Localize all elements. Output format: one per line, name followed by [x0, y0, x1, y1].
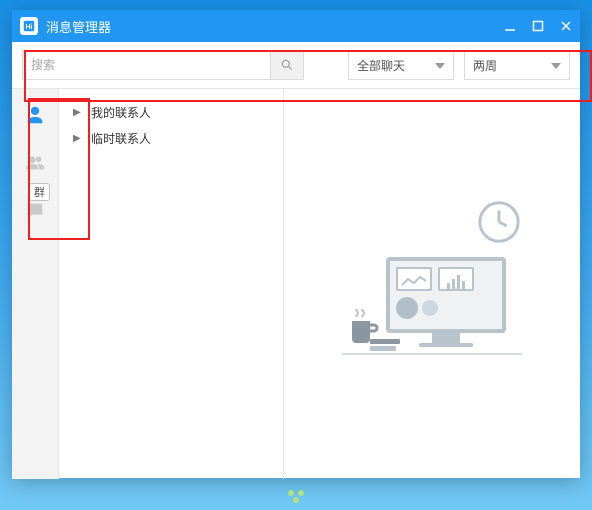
svg-text:Hi: Hi — [26, 24, 33, 31]
clock-icon — [476, 199, 522, 245]
chat-bubble-icon — [24, 200, 46, 222]
body: 群 ▶ 我的联系人 ▶ 临时联系人 — [12, 89, 580, 479]
minimize-button[interactable] — [496, 10, 524, 42]
expand-icon: ▶ — [73, 133, 83, 144]
content-pane — [284, 89, 580, 479]
tree-item-label: 我的联系人 — [91, 104, 151, 121]
category-rail: 群 — [12, 89, 59, 479]
toolbar: 全部聊天 两周 — [12, 42, 580, 89]
time-range-value: 两周 — [473, 57, 497, 74]
people-icon — [24, 152, 46, 174]
search-icon — [280, 58, 294, 72]
app-window: Hi 消息管理器 全部聊天 两周 — [12, 10, 580, 478]
rail-group-chat[interactable]: 群 — [21, 197, 49, 225]
maximize-button[interactable] — [524, 10, 552, 42]
rail-contacts[interactable] — [21, 101, 49, 129]
expand-icon: ▶ — [73, 107, 83, 118]
chevron-down-icon — [435, 58, 445, 72]
rail-groups-people[interactable] — [21, 149, 49, 177]
chat-type-value: 全部聊天 — [357, 57, 405, 74]
titlebar: Hi 消息管理器 — [12, 10, 580, 42]
tree-item-label: 临时联系人 — [91, 130, 151, 147]
books-icon — [370, 339, 400, 353]
close-button[interactable] — [552, 10, 580, 42]
search-box — [22, 50, 304, 80]
chat-type-dropdown[interactable]: 全部聊天 — [348, 50, 454, 80]
tree-item-temp-contacts[interactable]: ▶ 临时联系人 — [59, 125, 283, 151]
window-title: 消息管理器 — [46, 17, 496, 36]
person-icon — [24, 104, 46, 126]
tree-item-my-contacts[interactable]: ▶ 我的联系人 — [59, 99, 283, 125]
time-range-dropdown[interactable]: 两周 — [464, 50, 570, 80]
chevron-down-icon — [551, 58, 561, 72]
monitor-icon — [386, 257, 506, 353]
search-input[interactable] — [23, 51, 270, 79]
search-button[interactable] — [270, 51, 303, 79]
group-badge: 群 — [29, 183, 50, 201]
contact-tree: ▶ 我的联系人 ▶ 临时联系人 — [59, 89, 284, 479]
empty-state-illustration — [342, 199, 522, 369]
taskbar-decoration-icon — [286, 489, 306, 506]
app-logo-icon: Hi — [20, 17, 38, 35]
